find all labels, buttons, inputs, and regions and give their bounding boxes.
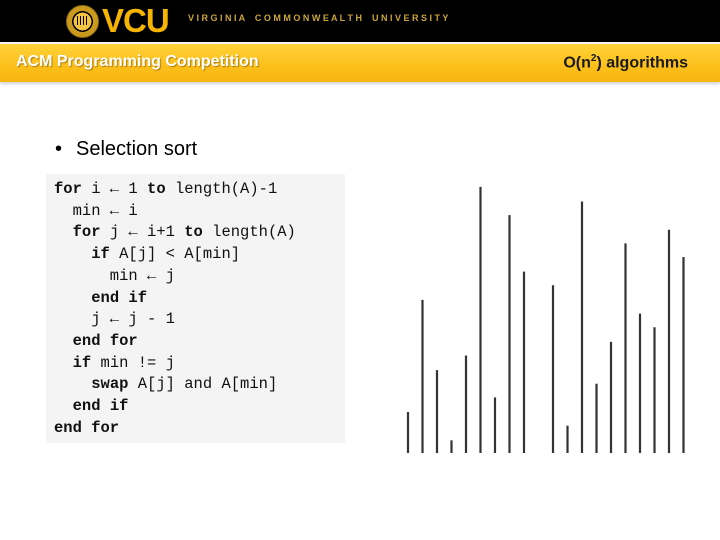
code-keyword: to [147, 180, 166, 198]
code-text: j ← j - 1 [54, 310, 175, 329]
slide-title: O(n2) algorithms [563, 53, 688, 72]
code-text: j ← i+1 [100, 223, 185, 242]
logo-text: VCU [102, 2, 170, 39]
code-line: if min != j [54, 354, 175, 372]
code-text: min ← j [54, 266, 175, 285]
code-line: min ← i [54, 202, 138, 220]
code-keyword: for [72, 223, 101, 242]
code-line: if A[j] < A[min] [54, 245, 240, 263]
code-keyword: end for [54, 418, 120, 437]
bullet-icon: • [55, 138, 63, 160]
code-line: j ← j - 1 [54, 310, 175, 328]
code-keyword: end for [72, 331, 138, 350]
course-title: ACM Programming Competition [16, 53, 259, 70]
code-line: swap A[j] and A[min] [54, 375, 277, 393]
code-keyword: swap [91, 375, 129, 394]
code-text: length(A)-1 [165, 180, 278, 198]
university-name: V I R G I N I A C O M M O N W E A L T H … [188, 13, 449, 23]
code-keyword: end if [72, 397, 129, 416]
array-bars-chart [406, 186, 685, 453]
bullet-item: • Selection sort [55, 138, 197, 161]
slide-title-rest: ) algorithms [596, 54, 688, 72]
title-bar: ACM Programming Competition O(n2) algori… [0, 44, 720, 82]
bullet-text: Selection sort [76, 138, 198, 160]
code-keyword: end if [91, 288, 148, 307]
code-line: for j ← i+1 to length(A) [54, 223, 296, 241]
code-line: end if [54, 397, 129, 416]
code-keyword: to [184, 223, 203, 242]
code-line: end for [54, 332, 138, 350]
code-line: for i ← 1 to length(A)-1 [54, 180, 277, 198]
university-seal-icon [66, 4, 99, 38]
code-text: min ← i [54, 201, 138, 220]
pseudocode-text: for i ← 1 to length(A)-1 min ← i for j ←… [46, 174, 345, 439]
code-line: min ← j [54, 267, 175, 285]
code-text: A[j] < A[min] [109, 245, 241, 264]
code-text: i ← 1 [81, 180, 148, 198]
code-text: min != j [91, 353, 175, 372]
pseudocode-block: for i ← 1 to length(A)-1 min ← i for j ←… [46, 174, 345, 443]
vcu-logo: VCU [66, 2, 170, 39]
code-line: end if [54, 289, 147, 307]
code-keyword: if [72, 353, 92, 372]
slide-title-base: O(n [563, 54, 591, 72]
code-text: length(A) [202, 223, 296, 242]
code-keyword: if [91, 245, 110, 264]
university-banner: VCU V I R G I N I A C O M M O N W E A L … [0, 0, 720, 42]
code-text: A[j] and A[min] [128, 375, 278, 394]
code-line: end for [54, 419, 119, 437]
code-keyword: for [54, 180, 82, 198]
